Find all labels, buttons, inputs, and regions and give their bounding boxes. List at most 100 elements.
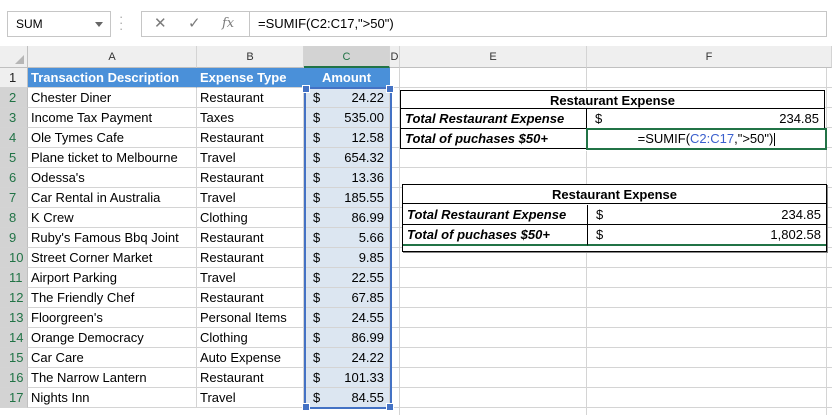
- cell-expense-type[interactable]: Restaurant: [197, 228, 304, 248]
- cell-amount[interactable]: $13.36: [304, 168, 390, 188]
- cell-amount[interactable]: $86.99: [304, 328, 390, 348]
- column-header-d[interactable]: D: [390, 46, 400, 68]
- row-header-14[interactable]: 14: [0, 328, 28, 348]
- row-header-13[interactable]: 13: [0, 308, 28, 328]
- row-header-5[interactable]: 5: [0, 148, 28, 168]
- column-header-e[interactable]: E: [400, 46, 587, 68]
- cell-amount[interactable]: $24.55: [304, 308, 390, 328]
- total-restaurant-label[interactable]: Total Restaurant Expense: [400, 109, 587, 129]
- row-header-7[interactable]: 7: [0, 188, 28, 208]
- cell-description[interactable]: Floorgreen's: [28, 308, 197, 328]
- total-restaurant-value[interactable]: 234.85: [608, 205, 826, 225]
- cell-expense-type[interactable]: Travel: [197, 268, 304, 288]
- row-header-8[interactable]: 8: [0, 208, 28, 228]
- cell-expense-type[interactable]: Clothing: [197, 208, 304, 228]
- cell-amount[interactable]: $535.00: [304, 108, 390, 128]
- cell-description[interactable]: Income Tax Payment: [28, 108, 197, 128]
- row-header-15[interactable]: 15: [0, 348, 28, 368]
- cell-description[interactable]: Car Care: [28, 348, 197, 368]
- row-header-1[interactable]: 1: [0, 68, 28, 88]
- cell-expense-type[interactable]: Restaurant: [197, 128, 304, 148]
- cell-expense-type[interactable]: Restaurant: [197, 88, 304, 108]
- gridline: [390, 407, 832, 408]
- cell-amount[interactable]: $86.99: [304, 208, 390, 228]
- cell-amount[interactable]: $5.66: [304, 228, 390, 248]
- gridline: [390, 307, 832, 308]
- row-header-4[interactable]: 4: [0, 128, 28, 148]
- cell-description[interactable]: Plane ticket to Melbourne: [28, 148, 197, 168]
- summary-title: Restaurant Expense: [403, 185, 826, 204]
- cell-expense-type[interactable]: Auto Expense: [197, 348, 304, 368]
- column-header-f[interactable]: F: [587, 46, 832, 68]
- formula-input[interactable]: =SUMIF(C2:C17,">50"): [249, 11, 827, 37]
- cell-description[interactable]: The Narrow Lantern: [28, 368, 197, 388]
- cell-description[interactable]: Ruby's Famous Bbq Joint: [28, 228, 197, 248]
- cell-description[interactable]: The Friendly Chef: [28, 288, 197, 308]
- active-cell-editor[interactable]: =SUMIF(C2:C17,">50"): [586, 128, 827, 150]
- select-all-corner[interactable]: [0, 46, 28, 68]
- cell-amount[interactable]: $185.55: [304, 188, 390, 208]
- row-header-6[interactable]: 6: [0, 168, 28, 188]
- cell-amount[interactable]: $84.55: [304, 388, 390, 408]
- total-restaurant-currency[interactable]: $: [588, 205, 608, 225]
- cell-expense-type[interactable]: Personal Items: [197, 308, 304, 328]
- cell-amount[interactable]: $9.85: [304, 248, 390, 268]
- enter-icon[interactable]: ✓: [188, 14, 201, 34]
- cell-amount[interactable]: $12.58: [304, 128, 390, 148]
- cell-expense-type[interactable]: Travel: [197, 388, 304, 408]
- cell-amount[interactable]: $654.32: [304, 148, 390, 168]
- row-header-2[interactable]: 2: [0, 88, 28, 108]
- row-header-3[interactable]: 3: [0, 108, 28, 128]
- header-transaction-description[interactable]: Transaction Description: [28, 68, 197, 88]
- cell-amount[interactable]: $22.55: [304, 268, 390, 288]
- row-header-12[interactable]: 12: [0, 288, 28, 308]
- total-restaurant-value[interactable]: 234.85: [607, 109, 825, 129]
- cell-description[interactable]: K Crew: [28, 208, 197, 228]
- cell-amount[interactable]: $24.22: [304, 88, 390, 108]
- cell-expense-type[interactable]: Restaurant: [197, 168, 304, 188]
- cell-amount[interactable]: $24.22: [304, 348, 390, 368]
- column-header-b[interactable]: B: [197, 46, 304, 68]
- cell-expense-type[interactable]: Restaurant: [197, 248, 304, 268]
- insert-function-icon[interactable]: fx: [222, 14, 234, 34]
- total-purchases-value[interactable]: 1,802.58: [608, 225, 826, 246]
- currency-symbol: $: [313, 150, 321, 165]
- cell-description[interactable]: Ole Tymes Cafe: [28, 128, 197, 148]
- total-purchases-label[interactable]: Total of puchases $50+: [403, 225, 588, 246]
- amount-value: 535.00: [344, 110, 384, 125]
- total-purchases-label[interactable]: Total of puchases $50+: [400, 129, 587, 149]
- name-box[interactable]: SUM: [7, 11, 111, 37]
- column-header-a[interactable]: A: [28, 46, 197, 68]
- row-header-16[interactable]: 16: [0, 368, 28, 388]
- cell-description[interactable]: Chester Diner: [28, 88, 197, 108]
- cell-description[interactable]: Orange Democracy: [28, 328, 197, 348]
- cell-expense-type[interactable]: Travel: [197, 188, 304, 208]
- cell-description[interactable]: Nights Inn: [28, 388, 197, 408]
- cell-description[interactable]: Odessa's: [28, 168, 197, 188]
- header-expense-type[interactable]: Expense Type: [197, 68, 304, 88]
- chevron-down-icon[interactable]: [95, 22, 103, 27]
- amount-value: 67.85: [351, 290, 384, 305]
- cell-expense-type[interactable]: Clothing: [197, 328, 304, 348]
- cell-description[interactable]: Car Rental in Australia: [28, 188, 197, 208]
- column-header-c[interactable]: C: [304, 46, 390, 68]
- row-header-17[interactable]: 17: [0, 388, 28, 408]
- header-amount[interactable]: Amount: [304, 68, 390, 88]
- total-restaurant-label[interactable]: Total Restaurant Expense: [403, 205, 588, 225]
- cell-expense-type[interactable]: Taxes: [197, 108, 304, 128]
- formula-range-ref: C2:C17: [690, 131, 735, 146]
- total-restaurant-currency[interactable]: $: [587, 109, 607, 129]
- row-header-11[interactable]: 11: [0, 268, 28, 288]
- total-purchases-currency[interactable]: $: [588, 225, 608, 246]
- cell-expense-type[interactable]: Travel: [197, 148, 304, 168]
- cell-amount[interactable]: $101.33: [304, 368, 390, 388]
- row-header-9[interactable]: 9: [0, 228, 28, 248]
- cancel-icon[interactable]: ✕: [154, 14, 167, 34]
- cell-description[interactable]: Street Corner Market: [28, 248, 197, 268]
- cell-amount[interactable]: $67.85: [304, 288, 390, 308]
- amount-value: 84.55: [351, 390, 384, 405]
- cell-expense-type[interactable]: Restaurant: [197, 288, 304, 308]
- row-header-10[interactable]: 10: [0, 248, 28, 268]
- cell-description[interactable]: Airport Parking: [28, 268, 197, 288]
- cell-expense-type[interactable]: Restaurant: [197, 368, 304, 388]
